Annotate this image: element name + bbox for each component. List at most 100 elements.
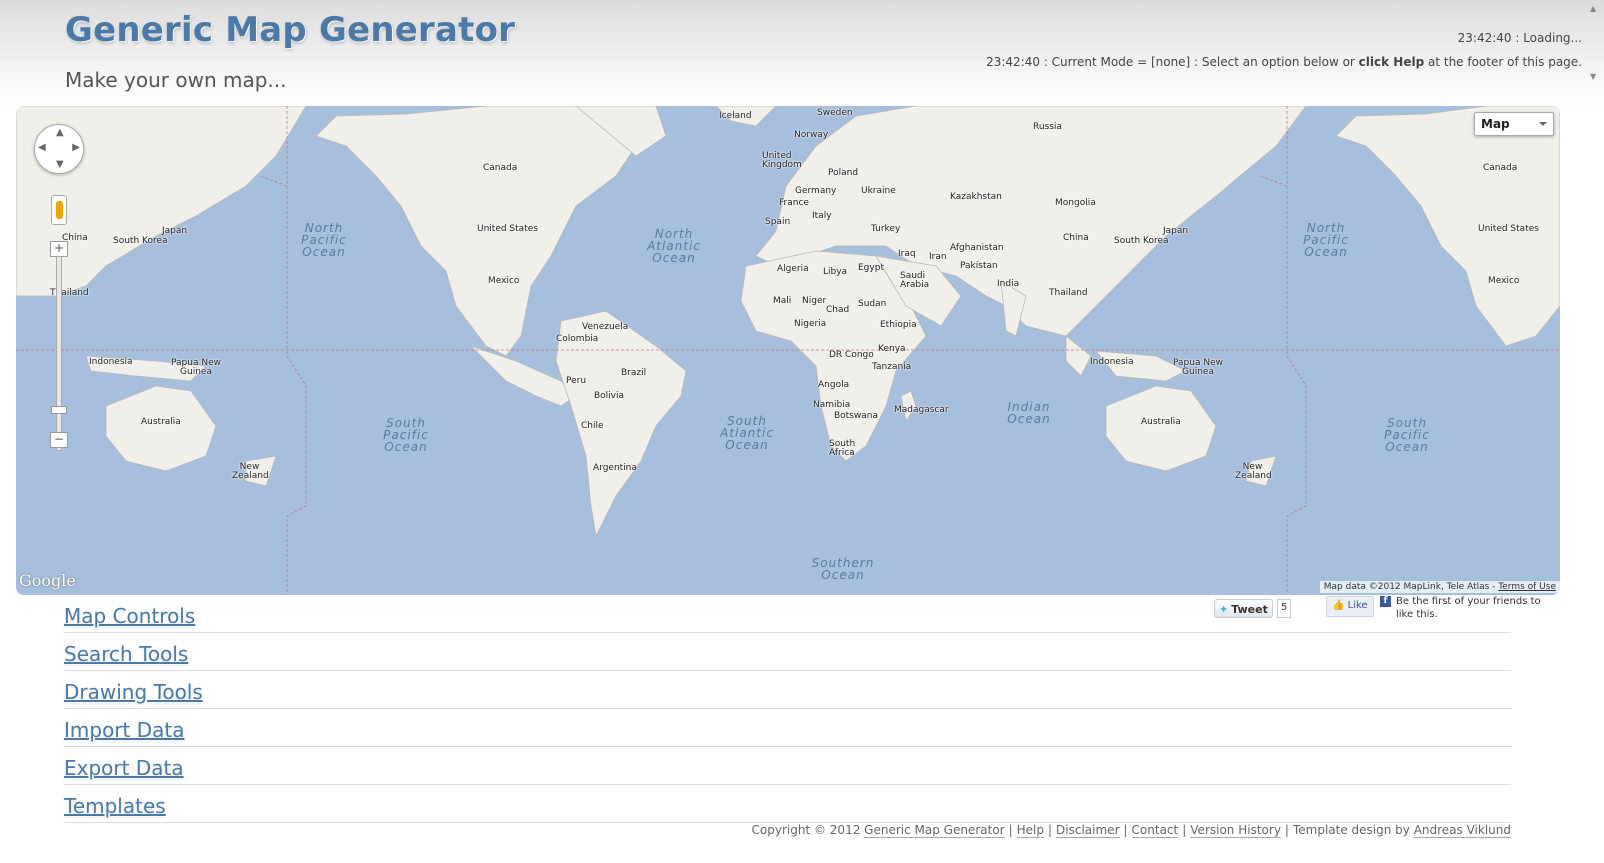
label-iran: Iran xyxy=(929,252,947,262)
facebook-like-button[interactable]: 👍 Like xyxy=(1326,596,1374,617)
footer-link-version-history[interactable]: Version History xyxy=(1190,823,1281,838)
terms-of-use-link[interactable]: Terms of Use xyxy=(1498,582,1556,592)
label-united-states: United States xyxy=(477,224,538,234)
ocean-north-pacific: North Pacific Ocean xyxy=(301,221,347,259)
label-madagascar: Madagascar xyxy=(894,405,949,415)
section-drawing-tools: Drawing Tools xyxy=(64,671,1511,709)
map-type-label: Map xyxy=(1481,117,1510,131)
label-dr-congo: DR Congo xyxy=(829,350,874,360)
label-mongolia: Mongolia xyxy=(1055,198,1096,208)
facebook-like-text: f Be the first of your friends to like th… xyxy=(1380,595,1560,621)
export-data-link[interactable]: Export Data xyxy=(64,756,184,780)
ocean-north-atlantic: North Atlantic Ocean xyxy=(647,227,701,265)
label-egypt: Egypt xyxy=(858,263,884,273)
label-mexico: Mexico xyxy=(488,276,520,286)
label-mali: Mali xyxy=(773,296,792,306)
label-india: India xyxy=(997,279,1020,289)
section-export-data: Export Data xyxy=(64,747,1511,785)
map-attribution: Map data ©2012 MapLink, Tele Atlas - Ter… xyxy=(1319,581,1560,593)
map-type-select[interactable]: Map xyxy=(1474,112,1554,136)
ocean-south-pacific: South Pacific Ocean xyxy=(383,416,429,454)
footer-link-home[interactable]: Generic Map Generator xyxy=(864,823,1005,838)
label-germany: Germany xyxy=(795,186,837,196)
label-angola: Angola xyxy=(818,380,850,390)
label-spain: Spain xyxy=(765,217,791,227)
pan-control[interactable]: ▲ ◀ ▶ ▼ xyxy=(34,124,84,174)
tweet-button[interactable]: ✦ Tweet xyxy=(1214,599,1273,618)
tool-sections: Map Controls Search Tools Drawing Tools … xyxy=(64,595,1511,823)
label-china: China xyxy=(1063,233,1089,243)
label-brazil: Brazil xyxy=(621,368,647,378)
ocean-southern: Southern Ocean xyxy=(811,556,875,582)
label-thailand: Thailand xyxy=(1049,288,1088,298)
zoom-in-button[interactable]: + xyxy=(50,241,68,257)
map-controls-link[interactable]: Map Controls xyxy=(64,604,195,628)
scroll-up-icon[interactable]: ▲ xyxy=(1590,4,1596,13)
label-ukraine: Ukraine xyxy=(861,186,896,196)
site-title: Generic Map Generator xyxy=(65,10,516,50)
ocean-south-pacific-wrap: South Pacific Ocean xyxy=(1384,416,1430,454)
zoom-slider-track[interactable] xyxy=(56,256,62,451)
label-algeria: Algeria xyxy=(777,264,809,274)
label-iraq: Iraq xyxy=(898,249,916,259)
map-canvas[interactable]: Iceland Sweden Russia Norway United King… xyxy=(16,106,1560,595)
status-line-loading: 23:42:40 : Loading... xyxy=(1457,31,1582,45)
footer-link-contact[interactable]: Contact xyxy=(1131,823,1179,838)
status-scrollbar[interactable]: ▲ ▼ xyxy=(1587,2,1601,88)
label-pakistan: Pakistan xyxy=(960,261,998,271)
label-sudan: Sudan xyxy=(858,299,887,309)
ocean-north-pacific-wrap: North Pacific Ocean xyxy=(1303,221,1349,259)
label-libya: Libya xyxy=(823,267,848,277)
label-namibia: Namibia xyxy=(813,400,851,410)
facebook-icon: f xyxy=(1380,596,1391,607)
pan-right-icon[interactable]: ▶ xyxy=(72,142,80,153)
footer-link-designer[interactable]: Andreas Viklund xyxy=(1413,823,1511,838)
chevron-down-icon xyxy=(1539,122,1547,126)
thumbs-up-icon: 👍 xyxy=(1332,600,1345,611)
import-data-link[interactable]: Import Data xyxy=(64,718,185,742)
label-united-states-wrap: United States xyxy=(1478,224,1539,234)
footer-link-help[interactable]: Help xyxy=(1016,823,1044,838)
scroll-down-icon[interactable]: ▼ xyxy=(1590,72,1596,81)
label-turkey: Turkey xyxy=(871,224,901,234)
label-colombia: Colombia xyxy=(556,334,599,344)
ocean-south-atlantic: South Atlantic Ocean xyxy=(720,414,774,452)
label-australia-wrap: Australia xyxy=(141,417,181,427)
label-peru: Peru xyxy=(566,376,587,386)
footer: Copyright © 2012 Generic Map Generator | H… xyxy=(751,823,1511,838)
label-russia: Russia xyxy=(1033,122,1062,132)
label-saudi-arabia: Saudi Arabia xyxy=(900,271,930,290)
label-chile: Chile xyxy=(581,421,604,431)
zoom-slider-thumb[interactable] xyxy=(51,406,67,414)
search-tools-link[interactable]: Search Tools xyxy=(64,642,188,666)
pan-down-icon[interactable]: ▼ xyxy=(56,159,64,170)
label-papua-new-guinea: Papua New Guinea xyxy=(1173,358,1223,377)
label-kenya: Kenya xyxy=(878,344,906,354)
drawing-tools-link[interactable]: Drawing Tools xyxy=(64,680,203,704)
footer-link-disclaimer[interactable]: Disclaimer xyxy=(1056,823,1120,838)
status-line-mode: 23:42:40 : Current Mode = [none] : Selec… xyxy=(986,55,1582,69)
label-poland: Poland xyxy=(828,168,859,178)
section-import-data: Import Data xyxy=(64,709,1511,747)
templates-link[interactable]: Templates xyxy=(64,794,166,818)
tweet-widget: ✦ Tweet 5 xyxy=(1214,599,1292,618)
label-norway: Norway xyxy=(794,130,829,140)
pan-left-icon[interactable]: ◀ xyxy=(38,142,46,153)
label-ethiopia: Ethiopia xyxy=(880,320,917,330)
label-botswana: Botswana xyxy=(834,411,878,421)
label-new-zealand: New Zealand xyxy=(1235,462,1272,481)
label-italy: Italy xyxy=(812,211,832,221)
label-uk: United Kingdom xyxy=(762,151,802,170)
label-kazakhstan: Kazakhstan xyxy=(950,192,1002,202)
label-canada-wrap: Canada xyxy=(1483,163,1518,173)
tweet-count: 5 xyxy=(1276,599,1292,618)
label-canada: Canada xyxy=(483,163,518,173)
zoom-out-button[interactable]: − xyxy=(50,432,68,448)
label-chad: Chad xyxy=(826,305,850,315)
label-mexico-wrap: Mexico xyxy=(1488,276,1520,286)
site-subtitle: Make your own map... xyxy=(65,68,287,92)
street-view-pegman-icon[interactable] xyxy=(51,195,67,225)
pan-up-icon[interactable]: ▲ xyxy=(56,127,64,138)
world-map-land xyxy=(16,106,1560,595)
label-south-africa: South Africa xyxy=(829,439,856,458)
